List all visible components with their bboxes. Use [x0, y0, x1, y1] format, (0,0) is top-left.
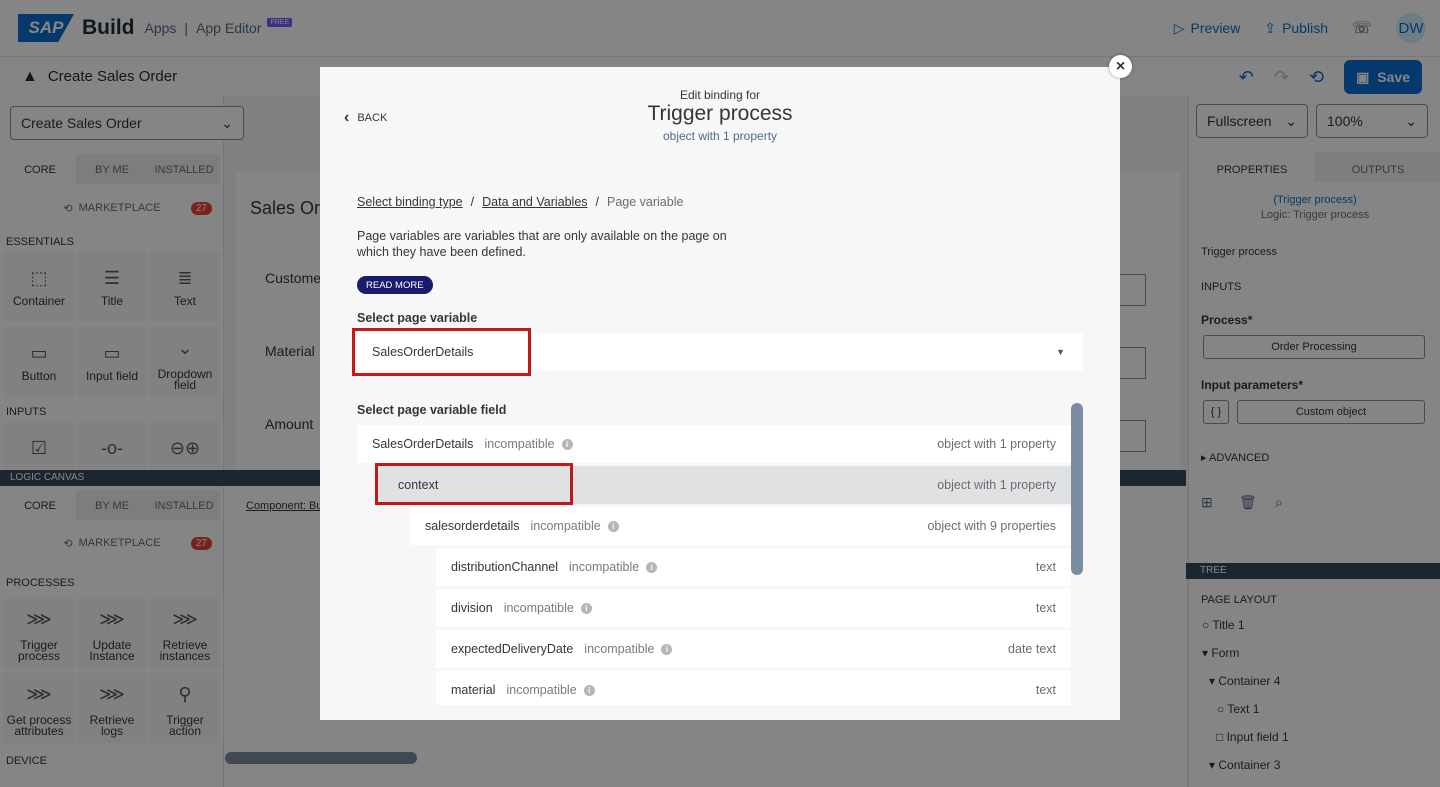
field-row[interactable]: salesorderdetails incompatible i object wit… — [410, 507, 1071, 545]
field-name: expectedDeliveryDate — [451, 642, 574, 656]
description-text: Page variables are variables that are on… — [357, 229, 727, 259]
breadcrumb: Select binding type / Data and Variables… — [357, 195, 683, 209]
read-more-button[interactable]: READ MORE — [357, 276, 433, 294]
field-row[interactable]: expectedDeliveryDate incompatible i date te… — [436, 630, 1071, 668]
field-type: object with 1 property — [937, 478, 1056, 492]
dialog-title: Trigger process — [647, 102, 793, 125]
field-status: incompatible — [506, 683, 577, 697]
field-row[interactable]: material incompatible i text — [436, 671, 1071, 705]
list-scrollbar[interactable] — [1071, 403, 1083, 575]
field-row[interactable]: SalesOrderDetails incompatible i object wit… — [357, 425, 1071, 463]
field-name: salesorderdetails — [425, 519, 520, 533]
info-icon[interactable]: i — [561, 438, 573, 450]
field-name: division — [451, 601, 493, 615]
highlight-box — [352, 328, 531, 376]
breadcrumb-current: Page variable — [607, 195, 684, 209]
select-variable-label: Select page variable — [357, 311, 478, 325]
field-status: incompatible — [584, 642, 655, 656]
field-type: text — [1035, 560, 1056, 574]
field-type: date text — [1008, 642, 1056, 656]
breadcrumb-data-variables[interactable]: Data and Variables — [482, 195, 587, 209]
breadcrumb-binding-type[interactable]: Select binding type — [357, 195, 463, 209]
close-dialog-button[interactable]: × — [1109, 55, 1132, 78]
field-status: incompatible — [530, 519, 601, 533]
close-icon: × — [1115, 57, 1126, 75]
highlight-box — [375, 463, 573, 505]
field-type: text — [1035, 683, 1056, 697]
field-type: object with 9 properties — [927, 519, 1056, 533]
select-field-label: Select page variable field — [357, 403, 507, 417]
info-icon[interactable]: i — [580, 602, 592, 614]
field-name: SalesOrderDetails — [372, 437, 474, 451]
caret-down-icon: ▼ — [1056, 347, 1065, 357]
field-status: incompatible — [503, 601, 574, 615]
field-status: incompatible — [569, 560, 640, 574]
breadcrumb-separator: / — [595, 195, 599, 209]
breadcrumb-separator: / — [470, 195, 475, 209]
edit-binding-dialog: ‹ BACK Edit binding for Trigger process o… — [320, 67, 1120, 720]
field-row[interactable]: division incompatible i text — [436, 589, 1071, 627]
info-icon[interactable]: i — [646, 561, 658, 573]
field-type: object with 1 property — [937, 437, 1056, 451]
dialog-heading-prefix: Edit binding for — [679, 88, 761, 102]
field-name: distributionChannel — [451, 560, 559, 574]
field-row[interactable]: distributionChannel incompatible i text — [436, 548, 1071, 586]
field-name: material — [451, 683, 496, 697]
info-icon[interactable]: i — [583, 684, 595, 696]
dialog-subtitle: object with 1 property — [662, 129, 778, 143]
field-status: incompatible — [484, 437, 555, 451]
field-type: text — [1035, 601, 1056, 615]
info-icon[interactable]: i — [607, 520, 619, 532]
info-icon[interactable]: i — [661, 643, 673, 655]
